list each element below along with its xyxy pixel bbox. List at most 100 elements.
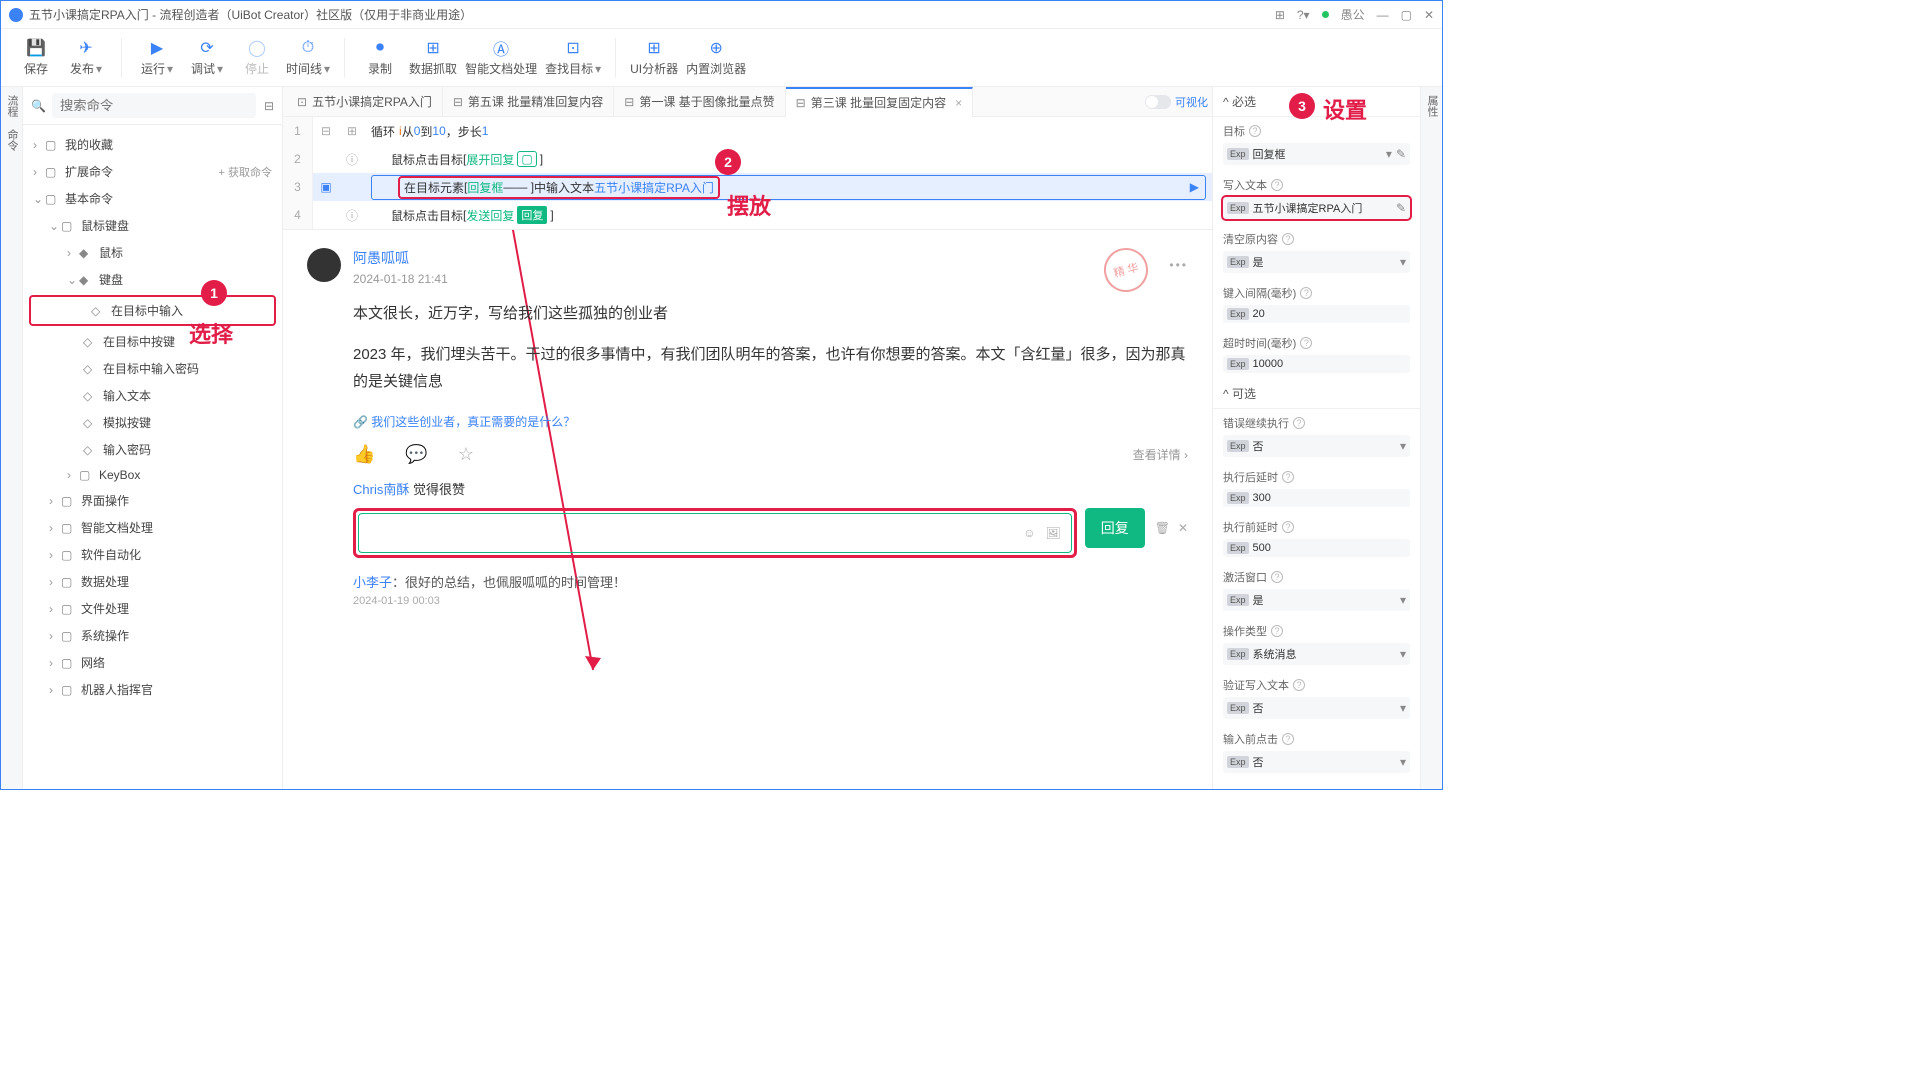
timeline-button[interactable]: ⏱时间线: [286, 38, 330, 77]
tab-lesson3[interactable]: ⊟第三课 批量回复固定内容×: [786, 87, 973, 117]
tree-sys[interactable]: ›▢系统操作: [23, 622, 282, 649]
tree-ui[interactable]: ›▢界面操作: [23, 487, 282, 514]
comment-icon[interactable]: 💬: [405, 444, 427, 465]
prop-active-field[interactable]: Exp是▾: [1223, 589, 1410, 611]
app-logo-icon: [9, 8, 23, 22]
tree-sim-key[interactable]: ◇模拟按键: [23, 409, 282, 436]
prop-type-field[interactable]: Exp系统消息▾: [1223, 643, 1410, 665]
more-icon[interactable]: •••: [1169, 258, 1188, 272]
tree-keyboard[interactable]: ⌄◆键盘: [23, 266, 282, 293]
prop-clear-field[interactable]: Exp是▾: [1223, 251, 1410, 273]
annotation-2-badge: 2: [715, 149, 741, 175]
switch-icon[interactable]: [1145, 95, 1171, 109]
prop-after-field[interactable]: Exp300: [1223, 489, 1410, 507]
tree-keybox[interactable]: ›▢KeyBox: [23, 463, 282, 487]
user-name[interactable]: 愚公: [1341, 6, 1365, 23]
tree-pwd-in-target[interactable]: ◇在目标中输入密码: [23, 355, 282, 382]
tree-soft[interactable]: ›▢软件自动化: [23, 541, 282, 568]
tab-lesson1[interactable]: ⊟第一课 基于图像批量点赞: [614, 87, 785, 117]
annotation-3-label: 设置: [1323, 93, 1367, 125]
tree-mouse[interactable]: ›◆鼠标: [23, 239, 282, 266]
tree-key-in-target[interactable]: ◇在目标中按键: [23, 328, 282, 355]
minimize-icon[interactable]: —: [1377, 8, 1389, 22]
right-vtab[interactable]: 属性: [1420, 87, 1442, 789]
post-time: 2024-01-18 21:41: [353, 272, 1188, 286]
annotation-1-label: 选择: [189, 317, 233, 349]
view-detail-link[interactable]: 查看详情 ›: [1133, 446, 1188, 463]
publish-button[interactable]: ✈发布: [65, 38, 107, 77]
find-target-button[interactable]: ⊡查找目标: [545, 38, 601, 77]
data-capture-button[interactable]: ⊞数据抓取: [409, 38, 457, 77]
maximize-icon[interactable]: ▢: [1401, 8, 1412, 22]
run-icon: ▶: [147, 38, 167, 58]
left-vtab[interactable]: 流程 命令: [1, 87, 23, 789]
get-command-link[interactable]: + 获取命令: [219, 164, 272, 180]
reply-box: ☺ 🖼: [353, 508, 1077, 558]
star-icon[interactable]: ☆: [458, 444, 474, 465]
tree-smart[interactable]: ›▢智能文档处理: [23, 514, 282, 541]
publish-icon: ✈: [76, 38, 96, 58]
collapse-icon[interactable]: ⊟: [264, 99, 274, 113]
prop-err-field[interactable]: Exp否▾: [1223, 435, 1410, 457]
play-icon[interactable]: ▶: [1190, 180, 1199, 194]
tree-basic[interactable]: ⌄▢基本命令: [23, 185, 282, 212]
annotation-3-badge: 3: [1289, 93, 1315, 119]
search-icon: 🔍: [31, 99, 46, 113]
prop-interval-field[interactable]: Exp20: [1223, 305, 1410, 323]
emoji-icon[interactable]: ☺: [1023, 526, 1035, 540]
prop-clear-label: 清空原内容?: [1223, 231, 1410, 247]
tree-input-in-target[interactable]: ◇在目标中输入: [31, 297, 274, 324]
reply-input[interactable]: ☺ 🖼: [358, 513, 1072, 553]
prop-click-field[interactable]: Exp否▾: [1223, 751, 1410, 773]
run-button[interactable]: ▶运行: [136, 38, 178, 77]
post-link[interactable]: 🔗 我们这些创业者，真正需要的是什么？: [353, 413, 1188, 430]
prop-text-field[interactable]: Exp五节小课搞定RPA入门✎: [1223, 197, 1410, 219]
section-optional[interactable]: ^ 可选: [1213, 379, 1420, 409]
tree-data[interactable]: ›▢数据处理: [23, 568, 282, 595]
tree-file[interactable]: ›▢文件处理: [23, 595, 282, 622]
ui-analyzer-button[interactable]: ⊞UI分析器: [630, 38, 678, 77]
post-author[interactable]: 阿愚呱呱: [353, 248, 1188, 268]
section-required[interactable]: ^ 必选: [1213, 87, 1420, 117]
tree-robot[interactable]: ›▢机器人指挥官: [23, 676, 282, 703]
apps-icon[interactable]: ⊞: [1275, 8, 1285, 22]
file-tabs: ⊡五节小课搞定RPA入门 ⊟第五课 批量精准回复内容 ⊟第一课 基于图像批量点赞…: [283, 87, 1212, 117]
smart-doc-button[interactable]: Ⓐ智能文档处理: [465, 38, 537, 77]
save-icon: 💾: [26, 38, 46, 58]
search-input[interactable]: [52, 93, 256, 118]
record-icon: ⏺: [370, 38, 390, 58]
tab-lesson5[interactable]: ⊟第五课 批量精准回复内容: [443, 87, 614, 117]
window-title: 五节小课搞定RPA入门 - 流程创造者（UiBot Creator）社区版（仅用…: [29, 6, 1275, 23]
prop-timeout-field[interactable]: Exp10000: [1223, 355, 1410, 373]
prop-before-field[interactable]: Exp500: [1223, 539, 1410, 557]
prop-target-field[interactable]: Exp回复框▾✎: [1223, 143, 1410, 165]
tree-input-pwd[interactable]: ◇输入密码: [23, 436, 282, 463]
dismiss-icon[interactable]: ✕: [1178, 521, 1188, 535]
debug-button[interactable]: ⟳调试: [186, 38, 228, 77]
tree-mouse-keyboard[interactable]: ⌄▢鼠标键盘: [23, 212, 282, 239]
tab-project[interactable]: ⊡五节小课搞定RPA入门: [287, 87, 443, 117]
close-icon[interactable]: ✕: [1424, 8, 1434, 22]
status-dot-icon: [1322, 11, 1329, 18]
record-button[interactable]: ⏺录制: [359, 38, 401, 77]
tree-favorites[interactable]: ›▢我的收藏: [23, 131, 282, 158]
image-icon[interactable]: 🖼: [1045, 526, 1060, 540]
edit-icon[interactable]: ✎: [1396, 147, 1406, 161]
prop-verify-field[interactable]: Exp否▾: [1223, 697, 1410, 719]
visual-toggle[interactable]: 可视化: [1145, 94, 1208, 110]
like-icon[interactable]: 👍: [353, 444, 375, 465]
stop-button[interactable]: ◯停止: [236, 38, 278, 77]
close-tab-icon[interactable]: ×: [955, 96, 962, 110]
target-icon: ⊡: [563, 38, 583, 58]
tree-input-text[interactable]: ◇输入文本: [23, 382, 282, 409]
save-button[interactable]: 💾保存: [15, 38, 57, 77]
delete-icon[interactable]: 🗑: [1155, 521, 1170, 535]
tree-net[interactable]: ›▢网络: [23, 649, 282, 676]
titlebar: 五节小课搞定RPA入门 - 流程创造者（UiBot Creator）社区版（仅用…: [1, 1, 1442, 29]
edit-icon[interactable]: ✎: [1396, 201, 1406, 215]
tree-extensions[interactable]: ›▢扩展命令+ 获取命令: [23, 158, 282, 185]
browser-button[interactable]: ⊕内置浏览器: [686, 38, 746, 77]
reply-button[interactable]: 回复: [1085, 508, 1145, 548]
help-icon[interactable]: ?▾: [1297, 8, 1310, 22]
annotation-2-label: 摆放: [727, 189, 771, 221]
